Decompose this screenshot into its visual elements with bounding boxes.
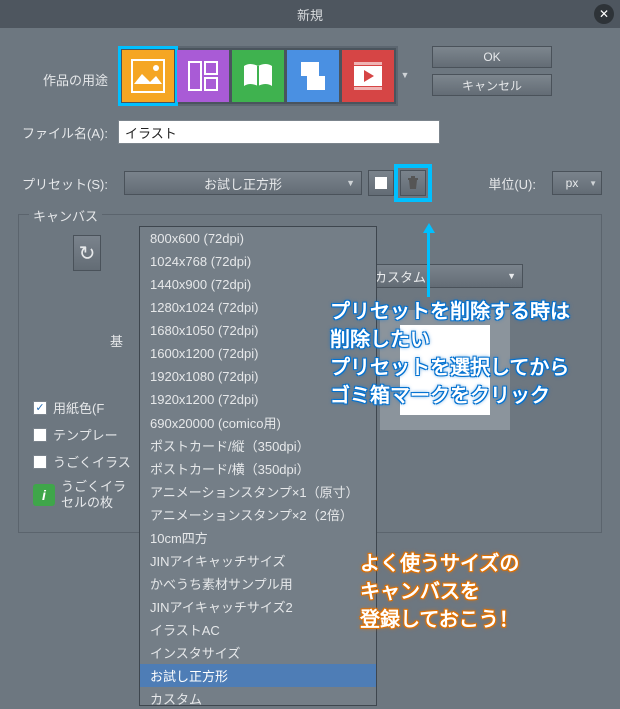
delete-annotation: プリセットを削除する時は 削除したい プリセットを選択してから ゴミ箱マークをク… xyxy=(330,298,570,410)
annotation-arrow-line xyxy=(427,232,430,297)
preset-combobox[interactable]: お試し正方形 xyxy=(124,171,362,195)
ugoku-label: うごくイラス xyxy=(53,452,131,471)
canvas-group-title: キャンバス xyxy=(29,206,102,225)
comic-icon[interactable] xyxy=(177,50,229,102)
preset-option[interactable]: かべうち素材サンプル用 xyxy=(140,572,376,595)
preset-combobox-value: お試し正方形 xyxy=(204,174,282,193)
preset-option[interactable]: インスタサイズ xyxy=(140,641,376,664)
ok-button[interactable]: OK xyxy=(432,46,552,68)
preset-option[interactable]: イラストAC xyxy=(140,618,376,641)
print-icon[interactable] xyxy=(287,50,339,102)
unit-label: 単位(U): xyxy=(488,174,546,193)
ugoku-cell-label1: うごくイラ xyxy=(61,479,126,495)
preset-option[interactable]: 800x600 (72dpi) xyxy=(140,227,376,250)
preset-option[interactable]: 1024x768 (72dpi) xyxy=(140,250,376,273)
illustration-icon[interactable] xyxy=(122,50,174,102)
cancel-button[interactable]: キャンセル xyxy=(432,74,552,96)
preset-option[interactable]: JINアイキャッチサイズ xyxy=(140,549,376,572)
canvas-template-combobox[interactable]: カスタム xyxy=(365,264,523,288)
preset-label: プリセット(S): xyxy=(18,174,118,193)
canvas-template-value: カスタム xyxy=(374,267,426,286)
papercolor-checkbox[interactable]: ✓ xyxy=(33,401,47,415)
save-preset-button[interactable] xyxy=(368,170,394,196)
ugoku-checkbox[interactable] xyxy=(33,455,47,469)
close-icon[interactable]: ✕ xyxy=(594,4,614,24)
purpose-expand-icon[interactable]: ▼ xyxy=(398,46,412,104)
unit-value: px xyxy=(566,176,579,190)
delete-preset-button[interactable] xyxy=(400,170,426,196)
template-checkbox[interactable] xyxy=(33,428,47,442)
base-label: 基 xyxy=(33,331,133,350)
filename-input[interactable] xyxy=(118,120,440,144)
info-icon: i xyxy=(33,484,55,506)
purpose-label: 作品の用途 xyxy=(18,46,118,89)
register-annotation: よく使うサイズの キャンバスを 登録しておこう！ xyxy=(360,550,519,634)
animation-icon[interactable] xyxy=(342,50,394,102)
preset-option[interactable]: ポストカード/縦（350dpi） xyxy=(140,434,376,457)
template-label: テンプレー xyxy=(53,425,118,444)
preset-option[interactable]: 10cm四方 xyxy=(140,526,376,549)
unit-combobox[interactable]: px xyxy=(552,171,602,195)
preset-option[interactable]: カスタム xyxy=(140,687,376,706)
filename-label: ファイル名(A): xyxy=(18,123,118,142)
preset-option[interactable]: 690x20000 (comico用) xyxy=(140,411,376,434)
titlebar: 新規 ✕ xyxy=(0,0,620,28)
ugoku-cell-label2: セルの枚 xyxy=(61,495,126,511)
rotate-icon[interactable]: ↻ xyxy=(73,235,101,271)
preset-option[interactable]: お試し正方形 xyxy=(140,664,376,687)
book-icon[interactable] xyxy=(232,50,284,102)
purpose-icon-bar xyxy=(118,46,398,106)
preset-option[interactable]: アニメーションスタンプ×1（原寸） xyxy=(140,480,376,503)
papercolor-label: 用紙色(F xyxy=(53,398,104,417)
preset-option[interactable]: JINアイキャッチサイズ2 xyxy=(140,595,376,618)
preset-option[interactable]: ポストカード/横（350dpi） xyxy=(140,457,376,480)
preset-option[interactable]: アニメーションスタンプ×2（2倍） xyxy=(140,503,376,526)
window-title: 新規 xyxy=(297,5,323,24)
preset-option[interactable]: 1440x900 (72dpi) xyxy=(140,273,376,296)
